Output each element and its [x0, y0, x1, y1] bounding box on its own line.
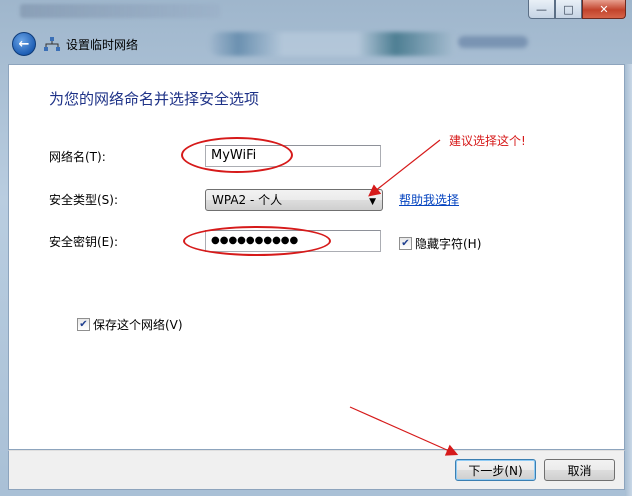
security-key-label: 安全密钥(E):	[49, 235, 118, 249]
security-type-label: 安全类型(S):	[49, 193, 119, 207]
help-me-choose-link[interactable]: 帮助我选择	[399, 191, 459, 208]
hide-characters-label: 隐藏字符(H)	[415, 237, 482, 251]
wizard-title: 设置临时网络	[66, 38, 139, 52]
save-network-label: 保存这个网络(V)	[93, 318, 183, 332]
minimize-button[interactable]: —	[528, 0, 555, 19]
security-type-select[interactable]: WPA2 - 个人 ▼	[205, 189, 383, 211]
network-icon	[44, 37, 60, 51]
window-edge	[625, 64, 632, 496]
maximize-button[interactable]: □	[555, 0, 582, 19]
annotation-ellipse-security-key	[183, 226, 331, 256]
next-button[interactable]: 下一步(N)	[455, 459, 536, 481]
checkmark-icon: ✔	[77, 318, 90, 331]
blurred-header-text	[458, 36, 528, 48]
window-controls: — □ ✕	[528, 0, 626, 19]
page-heading: 为您的网络命名并选择安全选项	[49, 90, 260, 108]
title-bar: — □ ✕	[0, 0, 632, 24]
annotation-ellipse-network-name	[181, 137, 293, 173]
wizard-content: 为您的网络命名并选择安全选项 网络名(T): MyWiFi 安全类型(S): W…	[8, 64, 625, 450]
security-type-value: WPA2 - 个人	[212, 193, 283, 207]
annotation-text: 建议选择这个!	[449, 134, 526, 148]
blurred-title-text	[20, 4, 220, 18]
back-arrow-icon: ←	[18, 36, 30, 52]
cancel-button[interactable]: 取消	[544, 459, 615, 481]
hide-characters-checkbox[interactable]: ✔ 隐藏字符(H)	[399, 235, 481, 252]
save-network-checkbox[interactable]: ✔ 保存这个网络(V)	[77, 316, 183, 333]
close-button[interactable]: ✕	[582, 0, 626, 19]
dropdown-arrow-icon: ▼	[369, 197, 376, 207]
back-button[interactable]: ←	[12, 32, 36, 56]
blurred-header-graphic	[208, 32, 458, 56]
wizard-header: ← 设置临时网络	[8, 24, 632, 64]
network-name-label: 网络名(T):	[49, 150, 106, 164]
wizard-footer: 下一步(N) 取消	[8, 450, 625, 490]
checkmark-icon: ✔	[399, 237, 412, 250]
